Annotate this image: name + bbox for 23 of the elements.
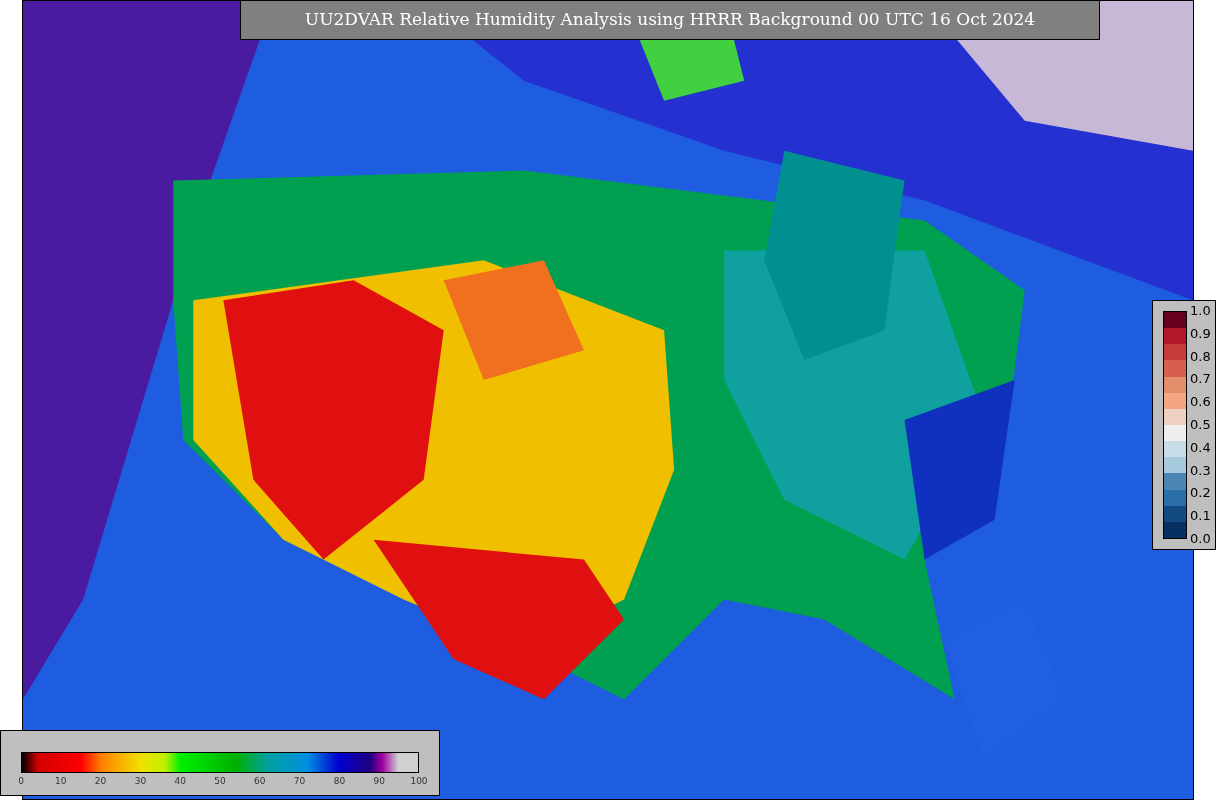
tick-label: 10: [55, 775, 67, 787]
tick-label: 90: [373, 775, 385, 787]
tick-label: 0.4: [1190, 439, 1211, 456]
tick-label: 0.9: [1190, 325, 1211, 342]
tick-label: 60: [254, 775, 266, 787]
chart-title: UU2DVAR Relative Humidity Analysis using HRRR Background 00 UTC 16 Oct 2024: [240, 0, 1100, 40]
tick-label: 1.0: [1190, 303, 1211, 319]
tick-label: 0.1: [1190, 508, 1211, 525]
tick-label: 70: [293, 775, 306, 787]
tick-label: 0.3: [1190, 462, 1211, 479]
tick-label: 40: [174, 775, 186, 787]
tick-label: 0.7: [1190, 371, 1211, 388]
tick-label: 80: [333, 775, 346, 787]
tick-label: 50: [214, 775, 226, 787]
tick-label: 0.8: [1190, 348, 1211, 365]
tick-label: 0.2: [1190, 485, 1211, 502]
tick-label: 0: [18, 775, 24, 787]
tick-label: 0.0: [1190, 530, 1211, 547]
tick-label: 100: [410, 775, 428, 787]
tick-label: 30: [134, 775, 147, 787]
tick-label: 0.5: [1190, 417, 1211, 433]
tick-label: 0.6: [1190, 394, 1211, 411]
tick-label: 20: [94, 775, 107, 787]
